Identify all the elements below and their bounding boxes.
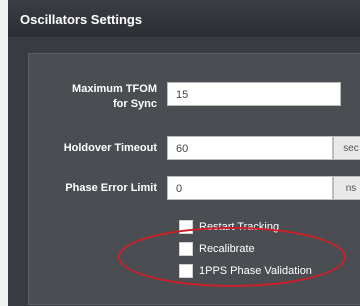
phase-error-limit-input[interactable]: 0	[167, 176, 333, 200]
phase-error-limit-unit: ns	[333, 176, 360, 200]
holdover-timeout-label: Holdover Timeout	[63, 142, 157, 154]
max-tfom-label-line1: Maximum TFOM	[72, 83, 157, 95]
panel-header: Oscillators Settings	[8, 0, 360, 38]
highlight-ellipse-annotation	[118, 227, 346, 287]
max-tfom-input[interactable]: 15	[167, 82, 341, 106]
max-tfom-label-line2: for Sync	[112, 98, 157, 110]
panel-title: Oscillators Settings	[20, 12, 143, 27]
max-tfom-label: Maximum TFOM for Sync	[49, 82, 157, 112]
phase-error-limit-label: Phase Error Limit	[65, 182, 157, 194]
holdover-timeout-unit: sec	[333, 136, 360, 160]
holdover-timeout-input[interactable]: 60	[167, 136, 333, 160]
